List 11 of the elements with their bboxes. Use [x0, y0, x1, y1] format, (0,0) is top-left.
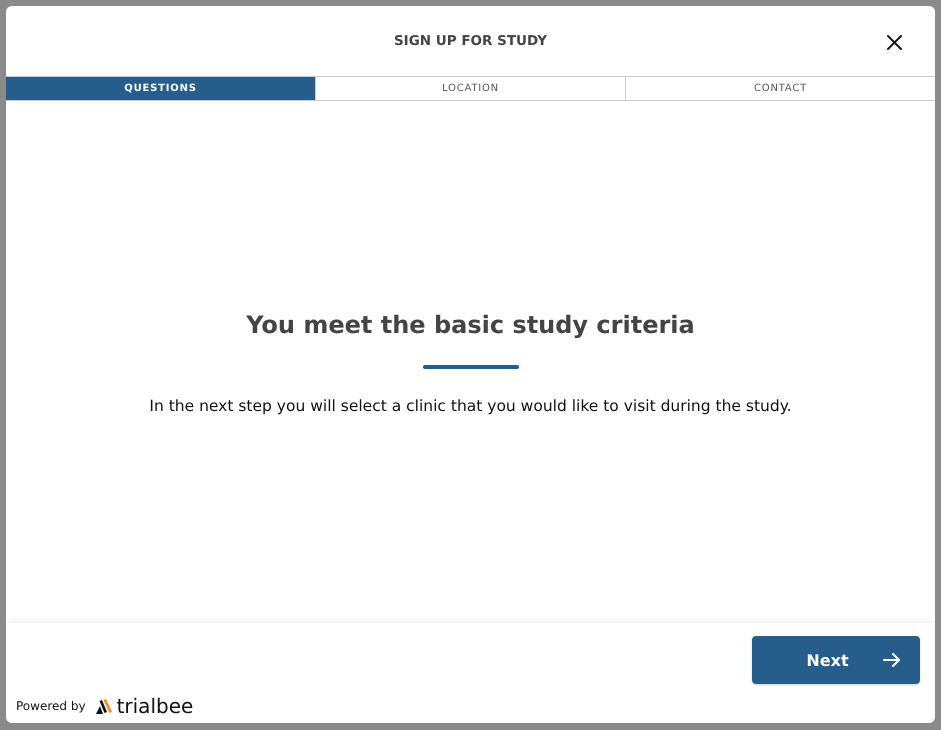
close-icon [887, 35, 902, 50]
next-button[interactable]: Next [752, 636, 920, 684]
stripes-logo-icon [96, 698, 113, 714]
dialog-title: SIGN UP FOR STUDY [394, 33, 548, 49]
result-message: In the next step you will select a clinic that you would like to visit during the study. [149, 397, 792, 415]
step-tab[interactable]: QUESTIONS [6, 77, 315, 100]
close-button[interactable] [884, 32, 905, 53]
powered-by-label: Powered by [16, 699, 86, 713]
brand-name: trialbee [116, 694, 194, 718]
result-heading: You meet the basic study criteria [246, 311, 695, 339]
arrow-right-icon [883, 652, 901, 668]
